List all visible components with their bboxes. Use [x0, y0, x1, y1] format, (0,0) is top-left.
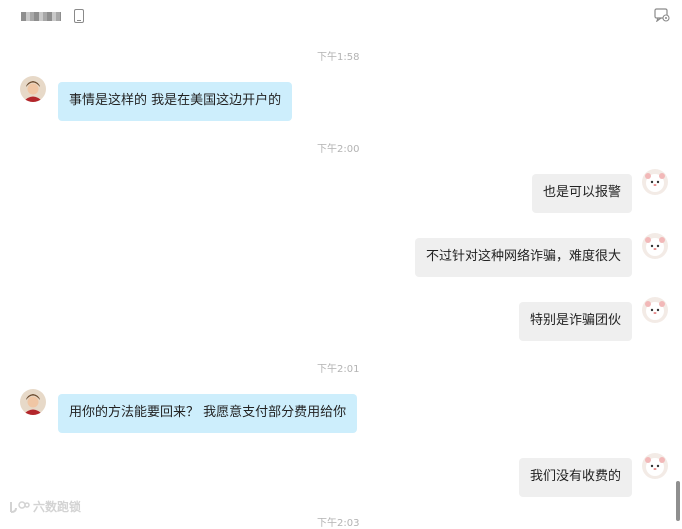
message-bubble-incoming[interactable]: 事情是这样的 我是在美国这边开户的 — [58, 82, 293, 121]
phone-icon[interactable] — [74, 9, 84, 23]
message-bubble-outgoing[interactable]: 不过针对这种网络诈骗，难度很大 — [415, 238, 633, 277]
scrollbar[interactable] — [676, 481, 680, 521]
message-bubble-outgoing[interactable]: 特别是诈骗团伙 — [519, 302, 633, 341]
own-avatar[interactable] — [642, 233, 668, 259]
message-bubble-incoming[interactable]: 用你的方法能要回来？ 我愿意支付部分费用给你 — [58, 394, 358, 433]
watermark: 六数跑锁 — [8, 498, 81, 515]
timestamp: 下午1:58 — [317, 52, 360, 63]
contact-avatar[interactable] — [20, 76, 46, 102]
contact-name-pixelated — [21, 12, 61, 21]
chat-settings-icon[interactable] — [654, 8, 670, 22]
message-bubble-outgoing[interactable]: 我们没有收费的 — [519, 458, 633, 497]
timestamp: 下午2:00 — [317, 144, 360, 155]
own-avatar[interactable] — [642, 169, 668, 195]
contact-avatar[interactable] — [20, 389, 46, 415]
chat-titlebar — [0, 0, 682, 32]
own-avatar[interactable] — [642, 297, 668, 323]
message-bubble-outgoing[interactable]: 也是可以报警 — [532, 174, 633, 213]
timestamp: 下午2:03 — [317, 518, 360, 529]
timestamp: 下午2:01 — [317, 364, 360, 375]
watermark-logo-icon — [10, 500, 30, 513]
own-avatar[interactable] — [642, 453, 668, 479]
watermark-text: 六数跑锁 — [33, 500, 82, 514]
